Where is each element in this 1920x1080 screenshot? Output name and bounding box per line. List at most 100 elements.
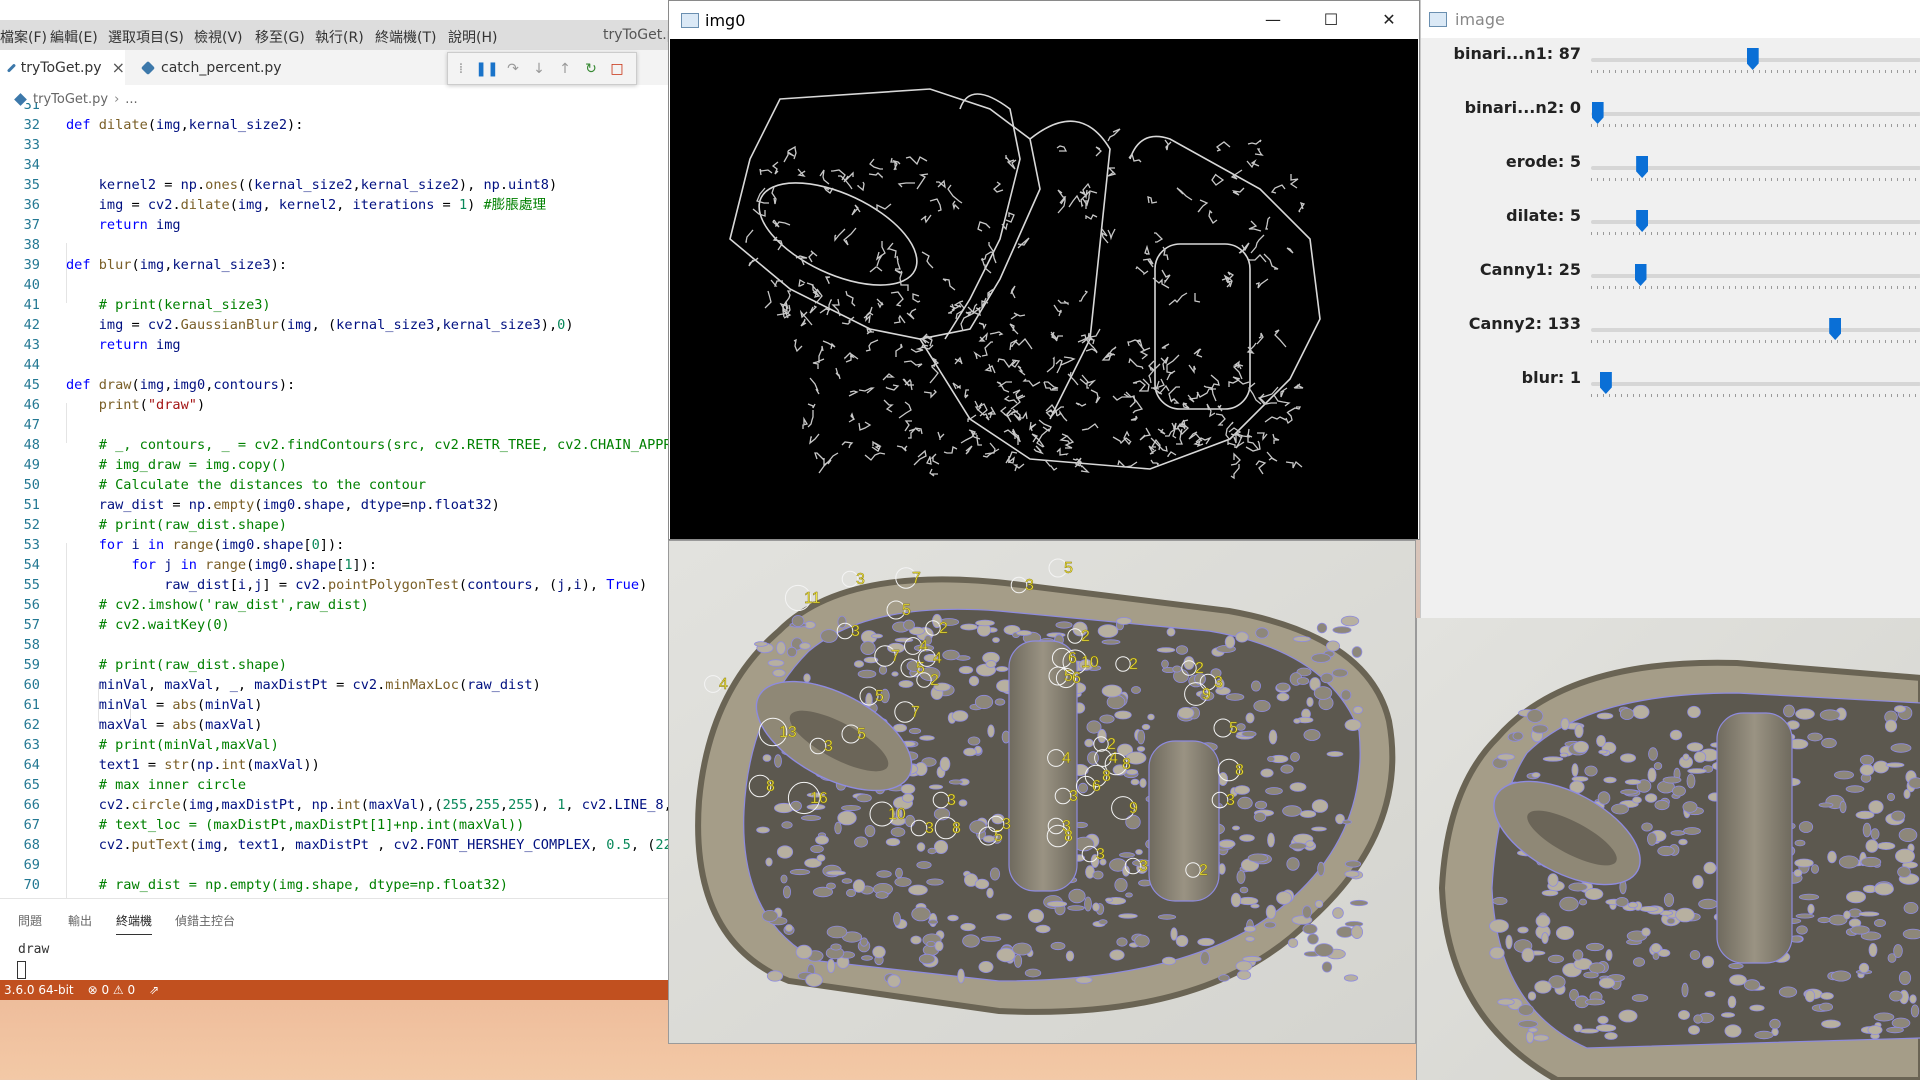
menu-run[interactable]: 執行(R) [315,27,364,47]
step-out-icon[interactable]: ↑ [552,61,578,77]
code-line[interactable]: 39 def blur(img,kernal_size3): [0,255,668,275]
python-version[interactable]: 3.6.0 64-bit [4,983,74,997]
code-line[interactable]: 53 for i in range(img0.shape[0]): [0,535,668,555]
problems-count[interactable]: ⊗ 0 ⚠ 0 [88,983,136,997]
tab-problems[interactable]: 問題 [18,912,42,929]
edge-stroke [802,416,809,429]
code-line[interactable]: 54 for j in range(img0.shape[1]): [0,555,668,575]
code-line[interactable]: 31 [0,103,668,115]
edge-stroke [841,441,854,449]
code-line[interactable]: 50 # Calculate the distances to the cont… [0,475,668,495]
code-line[interactable]: 60 minVal, maxVal, _, maxDistPt = cv2.mi… [0,675,668,695]
menu-terminal[interactable]: 終端機(T) [375,27,436,47]
code-line[interactable]: 46 print("draw") [0,395,668,415]
drag-handle-icon[interactable]: ⁞ [448,61,474,77]
code-line[interactable]: 37 return img [0,215,668,235]
maximize-button[interactable]: ☐ [1302,1,1360,39]
trackbar-track[interactable] [1591,328,1920,332]
menu-go[interactable]: 移至(G) [255,27,305,47]
pore [1898,970,1912,986]
title-bar[interactable]: img0 — ☐ ✕ [669,1,1419,39]
trackbar-thumb[interactable] [1636,210,1649,232]
edge-stroke [1206,403,1216,418]
pore [1542,756,1564,762]
code-line[interactable]: 43 return img [0,335,668,355]
step-into-icon[interactable]: ↓ [526,61,552,77]
edge-stroke [897,182,915,188]
trackbar-thumb[interactable] [1636,156,1649,178]
code-line[interactable]: 55 raw_dist[i,j] = cv2.pointPolygonTest(… [0,575,668,595]
code-line[interactable]: 40 [0,275,668,295]
code-line[interactable]: 68 cv2.putText(img, text1, maxDistPt , c… [0,835,668,855]
tab-terminal[interactable]: 終端機 [116,912,153,935]
menu-view[interactable]: 檢視(V) [194,27,243,47]
code-editor[interactable]: 31 32 def dilate(img,kernal_size2): 33 34 35 … [0,103,668,898]
step-over-icon[interactable]: ↷ [500,61,526,77]
edge-stroke [1085,214,1098,220]
trackbar-thumb[interactable] [1634,264,1647,286]
menu-selection[interactable]: 選取項目(S) [108,27,184,47]
code-line[interactable]: 32 def dilate(img,kernal_size2): [0,115,668,135]
code-line[interactable]: 41 # print(kernal_size3) [0,295,668,315]
code-line[interactable]: 51 raw_dist = np.empty(img0.shape, dtype… [0,495,668,515]
code-line[interactable]: 57 # cv2.waitKey(0) [0,615,668,635]
code-line[interactable]: 35 kernel2 = np.ones((kernal_size2,kerna… [0,175,668,195]
pore [1903,901,1919,914]
trackbar-thumb[interactable] [1599,372,1612,394]
code-line[interactable]: 61 minVal = abs(minVal) [0,695,668,715]
code-line[interactable]: 42 img = cv2.GaussianBlur(img, (kernal_s… [0,315,668,335]
code-line[interactable]: 38 [0,235,668,255]
live-share-icon[interactable]: ⇗ [149,983,159,997]
close-icon[interactable]: × [112,58,125,77]
code-line[interactable]: 64 text1 = str(np.int(maxVal)) [0,755,668,775]
code-line[interactable]: 48 # _, contours, _ = cv2.findContours(s… [0,435,668,455]
code-line[interactable]: 36 img = cv2.dilate(img, kernel2, iterat… [0,195,668,215]
pore [1903,788,1911,799]
code-line[interactable]: 58 [0,635,668,655]
pore [1860,856,1882,868]
pause-icon[interactable]: ❚❚ [474,61,500,77]
edge-stroke [843,227,857,246]
code-line[interactable]: 49 # img_draw = img.copy() [0,455,668,475]
edge-stroke [914,427,923,435]
code-line[interactable]: 65 # max inner circle [0,775,668,795]
code-line[interactable]: 47 [0,415,668,435]
pore [1821,1019,1841,1029]
trackbar-track[interactable] [1591,112,1920,116]
tab-catch-percent[interactable]: catch_percent.py [133,50,293,85]
menu-edit[interactable]: 編輯(E) [50,27,98,47]
trackbar-thumb[interactable] [1746,48,1759,70]
pore [1641,822,1653,832]
code-line[interactable]: 63 # print(minVal,maxVal) [0,735,668,755]
menu-file[interactable]: 檔案(F) [0,27,47,47]
code-line[interactable]: 70 # raw_dist = np.empty(img.shape, dtyp… [0,875,668,895]
code-line[interactable]: 69 [0,855,668,875]
code-line[interactable]: 56 # cv2.imshow('raw_dist',raw_dist) [0,595,668,615]
trackbar-thumb[interactable] [1829,318,1842,340]
tab-output[interactable]: 輸出 [68,912,92,929]
minimize-button[interactable]: — [1244,1,1302,39]
code-line[interactable]: 62 maxVal = abs(maxVal) [0,715,668,735]
trackbar-thumb[interactable] [1591,102,1604,124]
code-line[interactable]: 67 # text_loc = (maxDistPt,maxDistPt[1]+… [0,815,668,835]
code-line[interactable]: 44 [0,355,668,375]
code-line[interactable]: 34 [0,155,668,175]
edge-stroke [895,255,901,270]
close-button[interactable]: ✕ [1360,1,1418,39]
menu-help[interactable]: 說明(H) [448,27,497,47]
tab-trytoget[interactable]: tryToGet.py × [0,50,125,85]
edge-stroke [1112,393,1132,401]
pore [1654,799,1670,811]
terminal-cursor[interactable] [17,961,26,979]
code-line[interactable]: 59 # print(raw_dist.shape) [0,655,668,675]
code-line[interactable]: 33 [0,135,668,155]
code-line[interactable]: 45 def draw(img,img0,contours): [0,375,668,395]
trackbar-track[interactable] [1591,382,1920,386]
title-bar[interactable]: image [1421,0,1920,38]
tab-debug-console[interactable]: 偵錯主控台 [175,912,235,929]
code-line[interactable]: 52 # print(raw_dist.shape) [0,515,668,535]
edge-stroke [1107,167,1117,177]
restart-icon[interactable]: ↻ [578,61,604,77]
code-line[interactable]: 66 cv2.circle(img,maxDistPt, np.int(maxV… [0,795,668,815]
stop-icon[interactable]: □ [604,61,630,77]
